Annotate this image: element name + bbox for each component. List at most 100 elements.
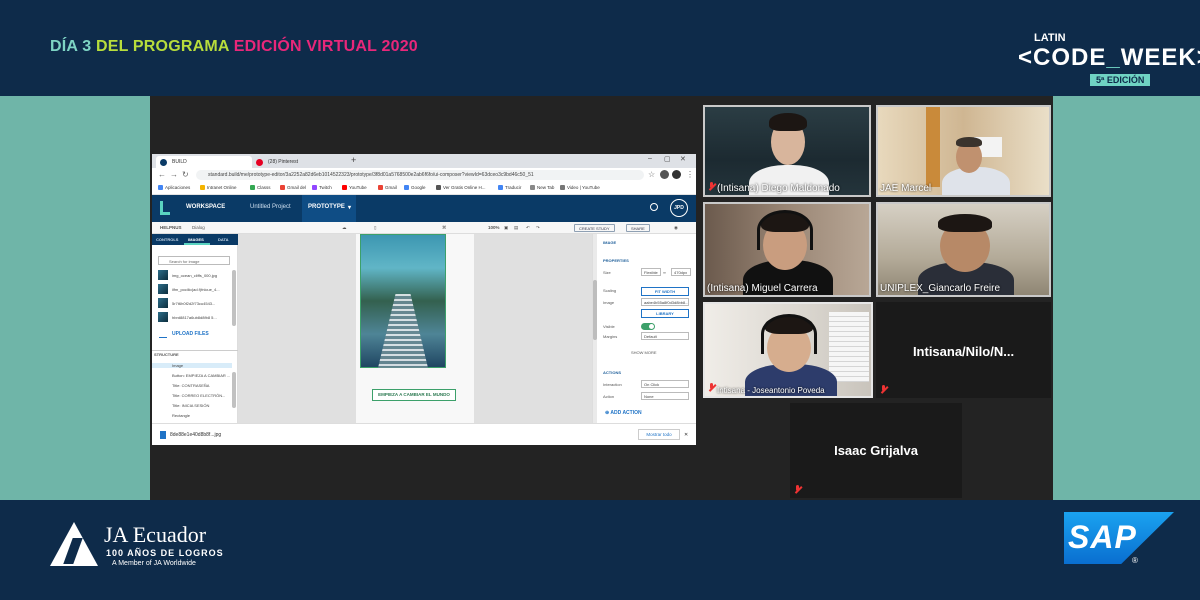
extension-icon[interactable]: [660, 170, 669, 179]
cta-button-element[interactable]: EMPIEZA A CAMBIAR EL MUNDO: [372, 389, 456, 401]
action-select[interactable]: None: [641, 392, 689, 400]
tab-images[interactable]: IMAGES: [188, 237, 204, 242]
layer-item[interactable]: Title: CORREO ELECTRÓN...: [172, 393, 225, 398]
bookmark-label: Ver Gratis Online H...: [443, 185, 486, 190]
code-icon[interactable]: ⌘: [442, 225, 447, 231]
show-all-downloads-button[interactable]: Mostrar todo: [638, 429, 680, 440]
redo-icon[interactable]: ↷: [536, 225, 540, 231]
participant-name: Intisana/Nilo/N...: [912, 344, 1015, 359]
bookmark-item[interactable]: New Tab: [530, 185, 554, 190]
page-selector[interactable]: HELPNUS: [160, 225, 182, 230]
cloud-icon: ☁: [342, 225, 347, 230]
layout-icon[interactable]: ▣: [504, 225, 508, 231]
search-icon[interactable]: [650, 203, 658, 211]
image-list-item[interactable]: img_ocean_cliffs_000.jpg: [158, 270, 234, 282]
structure-scrollbar[interactable]: [232, 372, 236, 408]
layer-item-image[interactable]: Image: [152, 363, 232, 368]
image-label: Image: [603, 300, 615, 305]
bookmark-item[interactable]: Classs: [250, 185, 271, 190]
tab-controls[interactable]: CONTROLS: [156, 237, 178, 242]
margins-select[interactable]: Default: [641, 332, 689, 340]
layer-item[interactable]: Button: EMPIEZA A CAMBIAR ...: [172, 373, 230, 378]
tab-data[interactable]: DATA: [218, 237, 229, 242]
image-list-item[interactable]: ilfm_pocilio(ad.f)fnlcue_4...: [158, 284, 234, 296]
new-tab-button[interactable]: +: [351, 155, 356, 165]
panel-divider: [152, 350, 238, 351]
video-tile-participant[interactable]: Intisana/Nilo/N...: [876, 302, 1051, 398]
profile-icon[interactable]: [672, 170, 681, 179]
bookmark-item[interactable]: Twitch: [312, 185, 332, 190]
interaction-select[interactable]: On Click: [641, 380, 689, 388]
chevron-down-icon[interactable]: ▾: [348, 204, 351, 211]
image-list-item[interactable]: hbrd8817a6ub8d8fb8 5...: [158, 312, 234, 324]
url-bar[interactable]: standard.build/me/prototype-editor/3a225…: [196, 170, 644, 180]
bookmark-star-icon[interactable]: ☆: [648, 170, 655, 179]
bookmark-item[interactable]: Traducir: [498, 185, 521, 190]
create-study-button[interactable]: CREATE STUDY: [574, 224, 615, 232]
add-action-button[interactable]: ⊕ ADD ACTION: [605, 410, 642, 416]
images-scrollbar[interactable]: [232, 270, 236, 326]
library-button[interactable]: LIBRARY: [641, 309, 689, 318]
right-margin: [1053, 96, 1200, 500]
bookmark-item[interactable]: Gmail del: [280, 185, 306, 190]
browser-menu-icon[interactable]: ⋮: [686, 170, 694, 179]
bookmark-item[interactable]: Intranet Online: [200, 185, 237, 190]
bookmark-favicon-icon: [560, 185, 565, 190]
video-tile-participant[interactable]: Isaac Grijalva: [790, 403, 962, 498]
reload-icon[interactable]: ↻: [182, 170, 189, 179]
undo-icon[interactable]: ↶: [526, 225, 530, 231]
visible-toggle[interactable]: [641, 323, 655, 330]
prototype-mode-tab[interactable]: PROTOTYPE: [308, 204, 345, 210]
browser-tab-pinterest[interactable]: (28) Pinterest: [252, 156, 348, 168]
bookmark-item[interactable]: Video | YouTube: [560, 185, 600, 190]
browser-tab-build[interactable]: BUILD: [156, 156, 252, 168]
close-icon[interactable]: ✕: [680, 155, 686, 163]
video-tile-participant[interactable]: JAE Marcel: [876, 105, 1051, 197]
user-avatar[interactable]: JPD: [670, 199, 688, 217]
video-tile-participant[interactable]: (Intisana) Diego Maldonado: [703, 105, 871, 197]
bookmark-item[interactable]: Aplicaciones: [158, 185, 190, 190]
maximize-icon[interactable]: ▢: [664, 155, 671, 163]
scrollbar-thumb[interactable]: [593, 280, 597, 340]
build-logo-icon[interactable]: [160, 201, 170, 215]
image-list-item[interactable]: 5r7t6h0f2d2f73cu4543...: [158, 298, 234, 310]
mic-muted-icon: [794, 485, 801, 494]
bookmark-item[interactable]: YouTube: [342, 185, 367, 190]
upload-files-button[interactable]: UPLOAD FILES: [172, 331, 209, 337]
fit-width-button[interactable]: FIT WIDTH: [641, 287, 689, 296]
properties-scrollbar[interactable]: [593, 234, 597, 423]
workspace-link[interactable]: WORKSPACE: [186, 204, 225, 210]
minimize-icon[interactable]: –: [648, 155, 652, 162]
video-tile-participant[interactable]: (Intisana) Miguel Carrera: [703, 202, 871, 297]
height-input[interactable]: 470dpx: [671, 268, 691, 276]
preview-eye-icon[interactable]: ◉: [674, 225, 678, 231]
browser-tab-label: (28) Pinterest: [268, 159, 299, 165]
design-canvas[interactable]: EMPIEZA A CAMBIAR EL MUNDO: [238, 234, 592, 423]
layer-item[interactable]: Title: INICIA SESIÓN: [172, 403, 209, 408]
show-more-link[interactable]: SHOW MORE: [631, 350, 657, 355]
link-icon[interactable]: ∞: [663, 270, 666, 275]
zoom-level[interactable]: 100%: [488, 225, 500, 230]
device-icon[interactable]: ▯: [374, 225, 376, 231]
project-name[interactable]: Untitled Project: [250, 204, 291, 210]
image-name: ilfm_pocilio(ad.f)fnlcue_4...: [172, 287, 220, 292]
layer-item[interactable]: Rectangle: [172, 413, 190, 418]
downloaded-file[interactable]: 8de88e1e40d8b8f...jpg: [160, 431, 221, 439]
video-tile-participant[interactable]: UNIPLEX_Giancarlo Freire: [876, 202, 1051, 297]
grid-icon[interactable]: ▤: [514, 225, 518, 231]
width-input[interactable]: Flexible: [641, 268, 661, 276]
browser-address-row: ← → ↻ standard.build/me/prototype-editor…: [152, 168, 696, 182]
image-source-field[interactable]: aabe4b55a8f0d3d8bb8...: [641, 298, 689, 306]
image-search-input[interactable]: Search for image: [158, 256, 230, 265]
bookmark-item[interactable]: Ver Gratis Online H...: [436, 185, 486, 190]
forward-icon[interactable]: →: [170, 170, 178, 179]
sap-text: SAP: [1068, 519, 1137, 555]
layer-item[interactable]: Title: CONTRASEÑA: [172, 383, 209, 388]
bookmark-item[interactable]: Google: [404, 185, 426, 190]
back-icon[interactable]: ←: [158, 170, 166, 179]
close-download-bar-icon[interactable]: ✕: [684, 432, 688, 438]
video-tile-participant[interactable]: Intisana - Joseantonio Poveda: [703, 302, 873, 398]
program-label: DEL PROGRAMA: [95, 38, 230, 55]
share-button[interactable]: SHARE: [626, 224, 650, 232]
bookmark-item[interactable]: Gmail: [378, 185, 397, 190]
